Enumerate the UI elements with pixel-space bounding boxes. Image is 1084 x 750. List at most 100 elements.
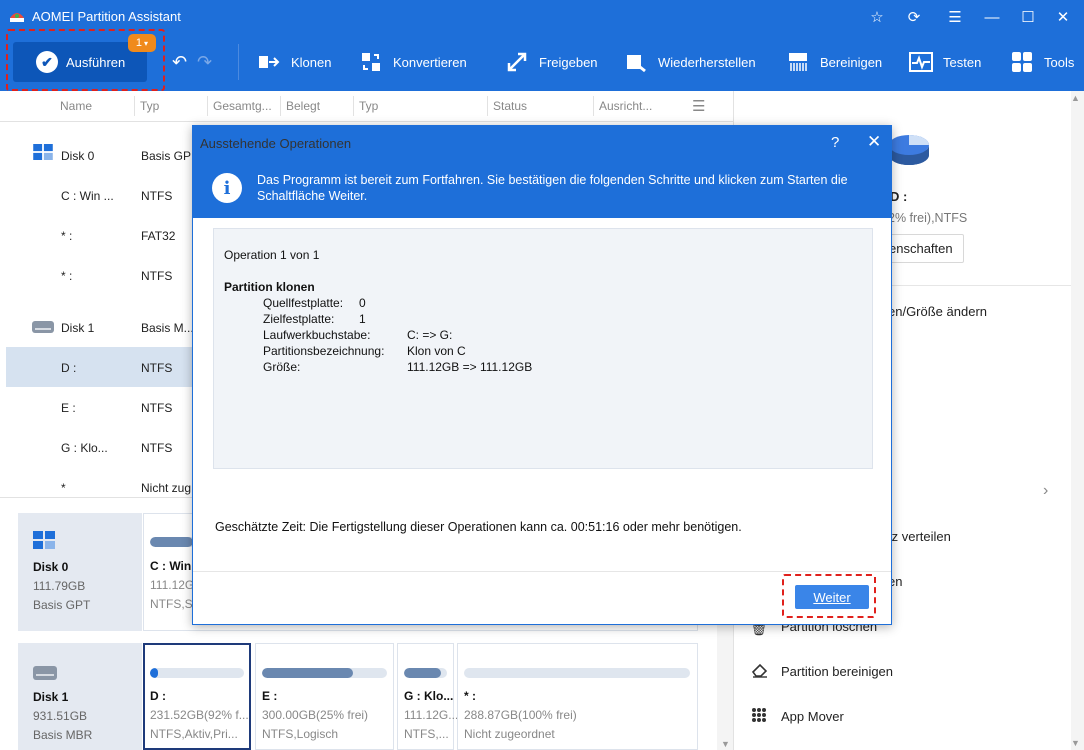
row-type: FAT32 — [141, 229, 176, 243]
partition-name: * : — [464, 689, 476, 703]
row-type: NTFS — [141, 401, 173, 415]
row-name[interactable]: * : — [61, 229, 72, 243]
row-type: NTFS — [141, 269, 173, 283]
refresh-icon[interactable]: ⟳ — [898, 4, 930, 30]
column-alignment[interactable]: Ausricht... — [599, 99, 652, 113]
action-app-mover[interactable]: App Mover — [781, 709, 844, 724]
column-name[interactable]: Name — [60, 99, 92, 113]
apply-button-label: Ausführen — [66, 54, 126, 70]
toolbar-free-up[interactable]: Freigeben — [505, 48, 598, 76]
column-divider[interactable] — [207, 96, 208, 116]
partition-fs: NTFS,S — [150, 597, 193, 611]
wipe-icon — [786, 51, 810, 73]
toolbar-recover[interactable]: Wiederherstellen — [624, 48, 756, 76]
detail-key: Laufwerkbuchstabe: — [263, 328, 371, 342]
scroll-down-icon[interactable]: ▼ — [721, 739, 730, 749]
column-status[interactable]: Status — [493, 99, 527, 113]
tools-icon — [1010, 51, 1034, 73]
column-total[interactable]: Gesamtg... — [213, 99, 272, 113]
pending-count-badge[interactable]: 1 ▾ — [128, 34, 156, 52]
column-divider[interactable] — [134, 96, 135, 116]
column-divider[interactable] — [353, 96, 354, 116]
partition-size: 111.12G — [150, 578, 195, 592]
row-type: NTFS — [141, 361, 173, 375]
free-up-icon — [505, 51, 529, 73]
detail-key: Größe: — [263, 360, 301, 374]
scroll-up-icon[interactable]: ▲ — [1071, 93, 1080, 103]
row-type: Basis GP — [141, 149, 192, 163]
estimated-time: Geschätzte Zeit: Die Fertigstellung dies… — [215, 520, 742, 534]
detail-value: C: => G: — [407, 328, 453, 342]
toolbar-test[interactable]: Testen — [909, 48, 981, 76]
column-divider[interactable] — [593, 96, 594, 116]
info-icon: i — [212, 173, 242, 203]
dialog-footer-divider — [193, 571, 891, 572]
window-title: AOMEI Partition Assistant — [32, 9, 181, 24]
next-button[interactable]: Weiter — [795, 585, 869, 609]
row-name[interactable]: * : — [61, 269, 72, 283]
column-used[interactable]: Belegt — [286, 99, 320, 113]
partition-name: D : — [150, 689, 166, 703]
row-type: Basis M... — [141, 321, 194, 335]
toolbar-wipe[interactable]: Bereinigen — [786, 48, 882, 76]
hard-disk-icon — [32, 321, 54, 333]
detail-value: 111.12GB => 111.12GB — [407, 360, 533, 374]
close-window-button[interactable]: ✕ — [1047, 4, 1079, 30]
convert-icon — [359, 51, 383, 73]
disk-icon — [33, 144, 53, 160]
partition-size: 300.00GB(25% frei) — [262, 708, 369, 722]
usage-bar — [464, 668, 690, 678]
partition-fs: Nicht zugeordnet — [464, 727, 555, 741]
row-name[interactable]: Disk 1 — [61, 321, 94, 335]
column-fs-type[interactable]: Typ — [359, 99, 378, 113]
right-scrollbar[interactable] — [1071, 91, 1084, 750]
action-allocate-space[interactable]: tz verteilen — [888, 529, 951, 544]
properties-button[interactable]: enschaften — [884, 234, 964, 263]
hard-disk-icon — [33, 666, 57, 680]
detail-value: Klon von C — [407, 344, 466, 358]
partition-name: E : — [262, 689, 278, 703]
detail-key: Zielfestplatte: — [263, 312, 335, 326]
undo-icon[interactable]: ↶ — [172, 52, 187, 73]
disk0-style: Basis GPT — [33, 598, 91, 612]
row-type: Nicht zug — [141, 481, 192, 495]
column-divider[interactable] — [487, 96, 488, 116]
column-divider[interactable] — [280, 96, 281, 116]
row-type: NTFS — [141, 441, 173, 455]
scroll-down-icon[interactable]: ▼ — [1071, 738, 1080, 748]
toolbar-convert[interactable]: Konvertieren — [359, 48, 467, 76]
action-wipe-partition[interactable]: Partition bereinigen — [781, 664, 893, 679]
operations-box: Operation 1 von 1 Partition klonen Quell… — [213, 228, 873, 469]
row-name[interactable]: D : — [61, 361, 76, 375]
redo-icon: ↷ — [197, 52, 213, 72]
row-name[interactable]: E : — [61, 401, 76, 415]
column-settings-icon[interactable]: ☰ — [692, 97, 705, 115]
toolbar-tools[interactable]: Tools — [1010, 48, 1074, 76]
apply-button[interactable]: ✔ Ausführen — [13, 42, 147, 82]
usage-bar-fill — [150, 537, 193, 547]
disk-icon — [33, 531, 55, 549]
chevron-right-icon[interactable]: › — [1043, 482, 1048, 500]
disk-chart-icon — [889, 135, 929, 165]
favorite-star-icon[interactable]: ☆ — [861, 4, 893, 30]
toolbar-clone[interactable]: Klonen — [257, 48, 331, 76]
disk0-name: Disk 0 — [33, 560, 69, 574]
row-name[interactable]: G : Klo... — [61, 441, 108, 455]
usage-bar-fill — [404, 668, 441, 678]
maximize-button[interactable]: ☐ — [1012, 4, 1044, 30]
usage-bar-fill — [150, 668, 158, 678]
toolbar-divider — [238, 44, 239, 80]
dialog-message: Das Programm ist bereit zum Fortfahren. … — [257, 173, 848, 203]
column-type[interactable]: Typ — [140, 99, 159, 113]
partition-size: 288.87GB(100% frei) — [464, 708, 577, 722]
pending-operations-dialog: Ausstehende Operationen ? ✕ i Das Progra… — [192, 125, 892, 625]
row-name[interactable]: * — [61, 481, 66, 495]
row-name[interactable]: C : Win ... — [61, 189, 114, 203]
dialog-title: Ausstehende Operationen — [200, 136, 352, 151]
help-button[interactable]: ? — [831, 134, 839, 151]
action-resize-partition[interactable]: en/Größe ändern — [888, 304, 987, 319]
dialog-close-button[interactable]: ✕ — [867, 132, 881, 152]
menu-icon[interactable]: ☰ — [939, 4, 971, 30]
minimize-button[interactable]: — — [976, 4, 1008, 30]
operation-title: Partition klonen — [224, 280, 315, 294]
